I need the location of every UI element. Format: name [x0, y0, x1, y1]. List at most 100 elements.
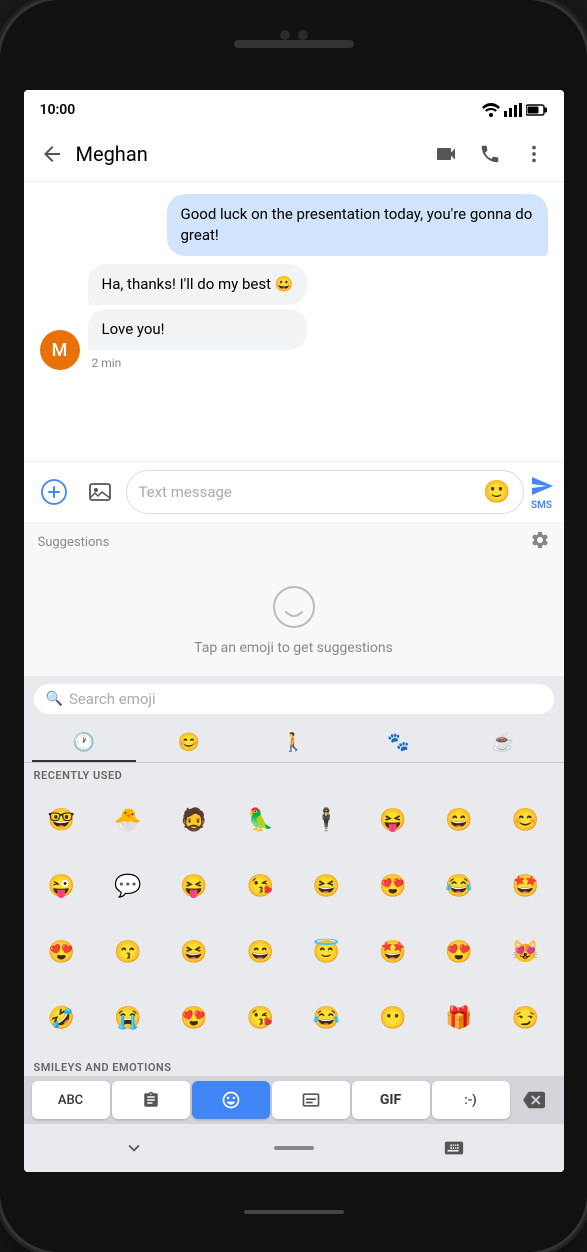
more-options-button[interactable] [516, 136, 552, 172]
emoji-tab-food[interactable]: ☕ [451, 722, 556, 762]
emoji-tab-recent[interactable]: 🕐 [32, 722, 137, 762]
phone-screen: 10:00 [24, 90, 564, 1172]
emoji-hearteyes5[interactable]: 😍 [162, 987, 226, 1051]
emoticon-key[interactable]: :-) [432, 1081, 510, 1119]
header-actions [428, 136, 552, 172]
sms-label: SMS [531, 500, 552, 511]
emoji-key[interactable] [192, 1081, 270, 1119]
text-input-placeholder: Text message [139, 483, 484, 501]
back-button[interactable] [36, 138, 68, 170]
received-text-2: Love you! [102, 320, 165, 338]
received-message-group: M Ha, thanks! I'll do my best 😀 Love you… [40, 264, 548, 370]
status-bar: 10:00 [24, 90, 564, 126]
emoji-hearteyes1[interactable]: 😍 [361, 854, 425, 918]
emoji-search-bar: 🔍 Search emoji [24, 676, 564, 722]
emoji-tab-smileys[interactable]: 😊 [136, 722, 241, 762]
nav-home-indicator[interactable] [274, 1128, 314, 1168]
emoji-chick[interactable]: 🐣 [96, 788, 160, 852]
gif-key[interactable]: GIF [352, 1081, 430, 1119]
search-icon: 🔍 [46, 691, 63, 707]
emoji-innocent[interactable]: 😇 [295, 921, 359, 985]
emoji-grinning[interactable]: 😝 [361, 788, 425, 852]
emoji-cry[interactable]: 😭 [96, 987, 160, 1051]
emoji-parrot[interactable]: 🦜 [228, 788, 292, 852]
phone-bottom [0, 1172, 587, 1252]
phone-call-button[interactable] [472, 136, 508, 172]
emoji-bearded[interactable]: 🧔 [162, 788, 226, 852]
add-attachment-button[interactable] [34, 472, 74, 512]
emoji-heartcat[interactable]: 😻 [493, 921, 557, 985]
keyboard-bottom-bar: ABC GIF :-) [24, 1076, 564, 1124]
smiley-outline-icon [269, 582, 319, 632]
phone-notch [0, 0, 587, 90]
contact-name: Meghan [76, 142, 428, 166]
emoji-smile[interactable]: 😄 [427, 788, 491, 852]
sent-message-text: Good luck on the presentation today, you… [181, 205, 533, 244]
emoji-hearteyes3[interactable]: 😍 [30, 921, 94, 985]
status-icons [482, 103, 548, 117]
emoji-nomouth[interactable]: 😶 [361, 987, 425, 1051]
emoji-gift[interactable]: 🎁 [427, 987, 491, 1051]
emoji-kiss1[interactable]: 😘 [228, 854, 292, 918]
message-sent: Good luck on the presentation today, you… [167, 194, 548, 256]
emoji-joy[interactable]: 😂 [427, 854, 491, 918]
text-input-container[interactable]: Text message 🙂 [126, 470, 524, 514]
emoji-hearteyes2[interactable]: 🤩 [493, 854, 557, 918]
smileys-label: SMILEYS AND EMOTIONS [24, 1055, 564, 1076]
search-input-wrap[interactable]: 🔍 Search emoji [34, 684, 554, 714]
emoji-suit[interactable]: 🕴 [295, 788, 359, 852]
emoji-blush[interactable]: 😊 [493, 788, 557, 852]
image-attach-button[interactable] [80, 472, 120, 512]
clipboard-key[interactable] [112, 1081, 190, 1119]
recently-used-label: RECENTLY USED [24, 763, 564, 784]
gif-label: GIF [380, 1092, 401, 1108]
sms-send-button[interactable]: SMS [530, 474, 554, 511]
emoji-speech[interactable]: 💬 [96, 854, 160, 918]
search-placeholder: Search emoji [69, 690, 156, 708]
emoji-keyboard: 🔍 Search emoji 🕐 😊 🚶 🐾 ☕ RECENTLY USED 🤓… [24, 676, 564, 1172]
emoji-smirk[interactable]: 😏 [493, 987, 557, 1051]
camera-dot-right [298, 30, 308, 40]
emoji-smile2[interactable]: 😄 [228, 921, 292, 985]
emoji-input-button[interactable]: 🙂 [483, 480, 510, 505]
nav-back-button[interactable] [114, 1128, 154, 1168]
nav-keyboard-button[interactable] [434, 1128, 474, 1168]
emoji-hearteyes4[interactable]: 😍 [427, 921, 491, 985]
sticker-key[interactable] [272, 1081, 350, 1119]
emoji-joy2[interactable]: 😂 [295, 987, 359, 1051]
nav-bar [24, 1124, 564, 1172]
received-messages: Ha, thanks! I'll do my best 😀 Love you! … [88, 264, 308, 370]
emoji-tongue1[interactable]: 😜 [30, 854, 94, 918]
camera-area [280, 30, 308, 40]
suggestions-label: Suggestions [38, 535, 110, 550]
emoji-tab-animals[interactable]: 🐾 [346, 722, 451, 762]
emoticon-label: :-) [464, 1093, 476, 1108]
recently-used-grid: 🤓 🐣 🧔 🦜 🕴 😝 😄 😊 😜 💬 😝 😘 😆 😍 😂 🤩 😍 😙 😆 [24, 784, 564, 1055]
phone-speaker [234, 40, 354, 48]
emoji-starstruck[interactable]: 🤩 [361, 921, 425, 985]
received-text-1: Ha, thanks! I'll do my best 😀 [102, 275, 294, 293]
video-call-button[interactable] [428, 136, 464, 172]
emoji-kiss2[interactable]: 😙 [96, 921, 160, 985]
received-message-2: Love you! [88, 309, 308, 350]
delete-key[interactable] [512, 1081, 556, 1119]
status-time: 10:00 [40, 102, 76, 118]
emoji-laugh2[interactable]: 😆 [162, 921, 226, 985]
emoji-kissmark[interactable]: 😘 [228, 987, 292, 1051]
message-time: 2 min [92, 356, 308, 370]
emoji-nerd[interactable]: 🤓 [30, 788, 94, 852]
abc-label: ABC [58, 1093, 83, 1108]
abc-key[interactable]: ABC [32, 1081, 110, 1119]
signal-icon [504, 103, 522, 117]
emoji-tongue2[interactable]: 😝 [162, 854, 226, 918]
input-area: Text message 🙂 SMS [24, 461, 564, 522]
emoji-tab-people[interactable]: 🚶 [241, 722, 346, 762]
app-header: Meghan [24, 126, 564, 182]
wifi-icon [482, 103, 500, 117]
emoji-rofl[interactable]: 🤣 [30, 987, 94, 1051]
emoji-category-tabs: 🕐 😊 🚶 🐾 ☕ [24, 722, 564, 763]
emoji-laugh[interactable]: 😆 [295, 854, 359, 918]
suggestions-gear-button[interactable] [530, 530, 550, 554]
suggestions-hint: Tap an emoji to get suggestions [194, 640, 393, 656]
suggestions-bar: Suggestions [24, 522, 564, 562]
